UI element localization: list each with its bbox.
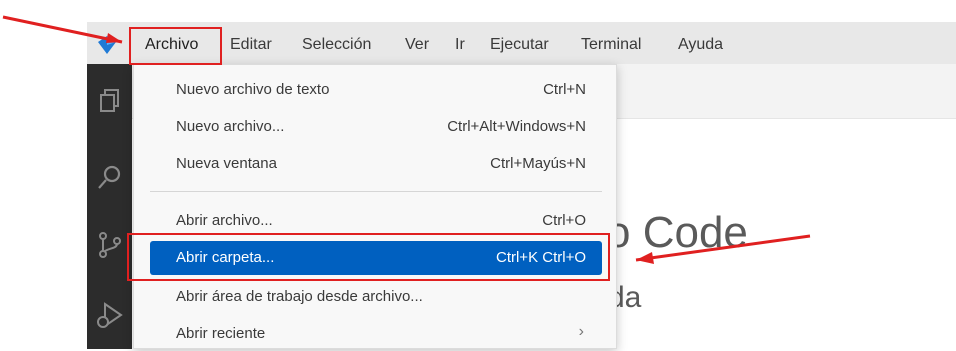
menu-item-new-text-file[interactable]: Nuevo archivo de texto Ctrl+N — [150, 73, 602, 107]
source-control-icon[interactable] — [95, 230, 125, 260]
menu-terminal[interactable]: Terminal — [581, 35, 641, 55]
menu-ver[interactable]: Ver — [405, 35, 429, 55]
menu-item-label: Nuevo archivo de texto — [176, 81, 330, 98]
chevron-right-icon: › — [578, 323, 584, 340]
vscode-logo-icon — [98, 36, 116, 54]
menu-item-shortcut: Ctrl+N — [543, 81, 586, 98]
search-icon[interactable] — [95, 162, 125, 192]
menu-item-shortcut: Ctrl+Alt+Windows+N — [447, 118, 586, 135]
menu-ejecutar[interactable]: Ejecutar — [490, 35, 549, 55]
menu-item-new-file[interactable]: Nuevo archivo... Ctrl+Alt+Windows+N — [150, 110, 602, 144]
menu-item-shortcut: Ctrl+O — [542, 212, 586, 229]
menu-item-label: Abrir reciente — [176, 325, 266, 342]
run-debug-icon[interactable] — [95, 300, 125, 330]
file-menu-dropdown: Nuevo archivo de texto Ctrl+N Nuevo arch… — [133, 64, 617, 349]
menu-separator — [150, 191, 602, 192]
menu-editar[interactable]: Editar — [230, 35, 272, 55]
menu-item-label: Nueva ventana — [176, 155, 277, 172]
menu-item-new-window[interactable]: Nueva ventana Ctrl+Mayús+N — [150, 147, 602, 181]
files-icon[interactable] — [95, 86, 125, 116]
menu-item-open-recent[interactable]: Abrir reciente › — [150, 317, 602, 351]
menu-item-label: Abrir área de trabajo desde archivo... — [176, 288, 423, 305]
menu-ir[interactable]: Ir — [455, 35, 465, 55]
menu-item-label: Abrir archivo... — [176, 212, 273, 229]
menu-item-open-workspace-from-file[interactable]: Abrir área de trabajo desde archivo... — [150, 280, 602, 314]
menu-ayuda[interactable]: Ayuda — [678, 35, 723, 55]
menu-item-shortcut: Ctrl+Mayús+N — [490, 155, 586, 172]
welcome-title: o Code — [606, 208, 748, 257]
menu-item-label: Nuevo archivo... — [176, 118, 285, 135]
activity-bar — [87, 64, 132, 349]
annotation-box-open-folder — [127, 233, 610, 281]
menu-seleccion[interactable]: Selección — [302, 35, 371, 55]
annotation-box-archivo — [129, 27, 222, 65]
